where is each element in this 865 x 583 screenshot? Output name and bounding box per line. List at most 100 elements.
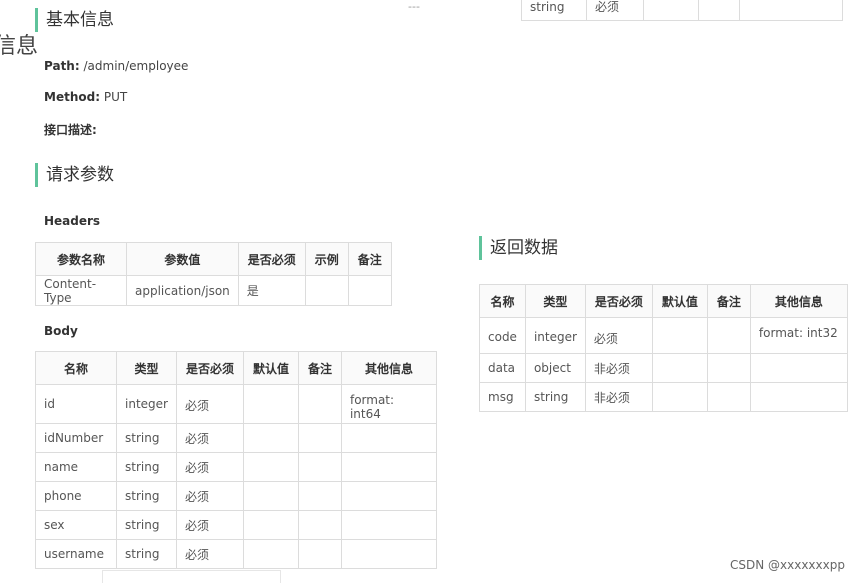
table-cell: 必须 bbox=[584, 317, 653, 354]
method-value: PUT bbox=[103, 90, 128, 104]
top-fragment-cell: 必须 bbox=[586, 0, 644, 21]
table-header-row: 名称 类型 是否必须 默认值 备注 其他信息 bbox=[479, 284, 848, 318]
table-cell: string bbox=[116, 481, 177, 511]
column-header: 备注 bbox=[706, 284, 751, 318]
table-cell bbox=[340, 481, 437, 511]
column-header: 是否必须 bbox=[584, 284, 653, 318]
column-header: 默认值 bbox=[651, 284, 708, 318]
table-cell: 必须 bbox=[175, 423, 244, 453]
table-cell bbox=[242, 510, 299, 540]
column-header: 是否必须 bbox=[237, 242, 306, 276]
table-cell: data bbox=[479, 353, 526, 383]
table-cell: id bbox=[35, 384, 117, 424]
column-header: 名称 bbox=[479, 284, 526, 318]
column-header: 备注 bbox=[297, 351, 342, 385]
table-cell: Content-Type bbox=[35, 275, 127, 306]
table-cell bbox=[297, 481, 342, 511]
top-fragment-cell: string bbox=[521, 0, 587, 21]
table-cell bbox=[297, 452, 342, 482]
table-cell bbox=[242, 452, 299, 482]
column-header: 默认值 bbox=[242, 351, 299, 385]
desc-label: 接口描述: bbox=[44, 123, 97, 137]
table-cell bbox=[706, 382, 751, 412]
headers-label: Headers bbox=[44, 214, 101, 228]
table-cell: 必须 bbox=[175, 452, 244, 482]
table-cell: code bbox=[479, 317, 526, 354]
edge-heading-fragment: 信息 bbox=[0, 34, 39, 59]
table-cell bbox=[297, 423, 342, 453]
request-params-title: 请求参数 bbox=[35, 163, 114, 187]
column-header: 参数值 bbox=[126, 242, 239, 276]
table-row: Content-Type application/json 是 bbox=[35, 275, 392, 306]
table-header-row: 参数名称 参数值 是否必须 示例 备注 bbox=[35, 242, 392, 276]
table-row: idNumber string 必须 bbox=[35, 423, 437, 453]
column-header: 备注 bbox=[347, 242, 392, 276]
table-cell: string bbox=[116, 539, 177, 569]
table-cell bbox=[340, 510, 437, 540]
table-cell bbox=[297, 539, 342, 569]
table-row: msg string 非必须 bbox=[479, 382, 848, 412]
column-header: 是否必须 bbox=[175, 351, 244, 385]
table-cell: 非必须 bbox=[584, 353, 653, 383]
path-value: /admin/employee bbox=[83, 59, 189, 73]
table-cell: application/json bbox=[126, 275, 239, 306]
response-data-title: 返回数据 bbox=[479, 236, 558, 260]
table-cell: 必须 bbox=[175, 481, 244, 511]
table-cell: string bbox=[116, 452, 177, 482]
table-cell: 非必须 bbox=[584, 382, 653, 412]
table-header-row: 名称 类型 是否必须 默认值 备注 其他信息 bbox=[35, 351, 437, 385]
table-cell bbox=[651, 353, 708, 383]
table-cell bbox=[242, 481, 299, 511]
column-header: 类型 bbox=[524, 284, 586, 318]
top-fragment-cell bbox=[643, 0, 699, 21]
table-cell bbox=[340, 539, 437, 569]
cut-row-fragment bbox=[102, 570, 281, 583]
top-fragment-cell bbox=[739, 0, 843, 21]
table-cell: username bbox=[35, 539, 117, 569]
table-row: code integer 必须 format: int32 bbox=[479, 317, 848, 354]
table-cell: sex bbox=[35, 510, 117, 540]
path-row: Path: /admin/employee bbox=[44, 59, 188, 73]
table-row: username string 必须 bbox=[35, 539, 437, 569]
table-cell: format: int32 bbox=[749, 317, 848, 354]
table-row: sex string 必须 bbox=[35, 510, 437, 540]
table-cell bbox=[706, 317, 751, 354]
watermark-text: CSDN @xxxxxxxpp bbox=[730, 558, 845, 572]
table-cell bbox=[297, 510, 342, 540]
desc-row: 接口描述: bbox=[44, 121, 97, 138]
table-cell: object bbox=[524, 353, 586, 383]
path-label: Path: bbox=[44, 59, 80, 73]
table-cell bbox=[242, 384, 299, 424]
method-label: Method: bbox=[44, 90, 100, 104]
table-cell: msg bbox=[479, 382, 526, 412]
column-header: 其他信息 bbox=[749, 284, 848, 318]
basic-info-title: 基本信息 bbox=[35, 8, 114, 32]
table-cell: string bbox=[524, 382, 586, 412]
table-cell bbox=[242, 539, 299, 569]
top-fragment-text: --- bbox=[408, 0, 420, 13]
table-cell: string bbox=[116, 510, 177, 540]
table-cell: integer bbox=[524, 317, 586, 354]
table-cell: string bbox=[116, 423, 177, 453]
table-cell bbox=[340, 423, 437, 453]
table-cell: 必须 bbox=[175, 539, 244, 569]
table-cell bbox=[651, 317, 708, 354]
column-header: 类型 bbox=[116, 351, 177, 385]
table-cell bbox=[347, 275, 392, 306]
headers-table: 参数名称 参数值 是否必须 示例 备注 Content-Type applica… bbox=[35, 242, 392, 306]
table-cell: 必须 bbox=[175, 510, 244, 540]
column-header: 参数名称 bbox=[35, 242, 127, 276]
table-cell bbox=[340, 452, 437, 482]
table-row: data object 非必须 bbox=[479, 353, 848, 383]
table-cell: 必须 bbox=[175, 384, 244, 424]
column-header: 示例 bbox=[304, 242, 349, 276]
table-cell bbox=[749, 382, 848, 412]
table-cell: phone bbox=[35, 481, 117, 511]
top-fragment-table: string 必须 bbox=[521, 0, 843, 21]
table-row: name string 必须 bbox=[35, 452, 437, 482]
table-cell bbox=[304, 275, 349, 306]
top-fragment-cell bbox=[698, 0, 740, 21]
table-cell bbox=[706, 353, 751, 383]
body-table: 名称 类型 是否必须 默认值 备注 其他信息 id integer 必须 for… bbox=[35, 351, 437, 569]
table-cell bbox=[242, 423, 299, 453]
